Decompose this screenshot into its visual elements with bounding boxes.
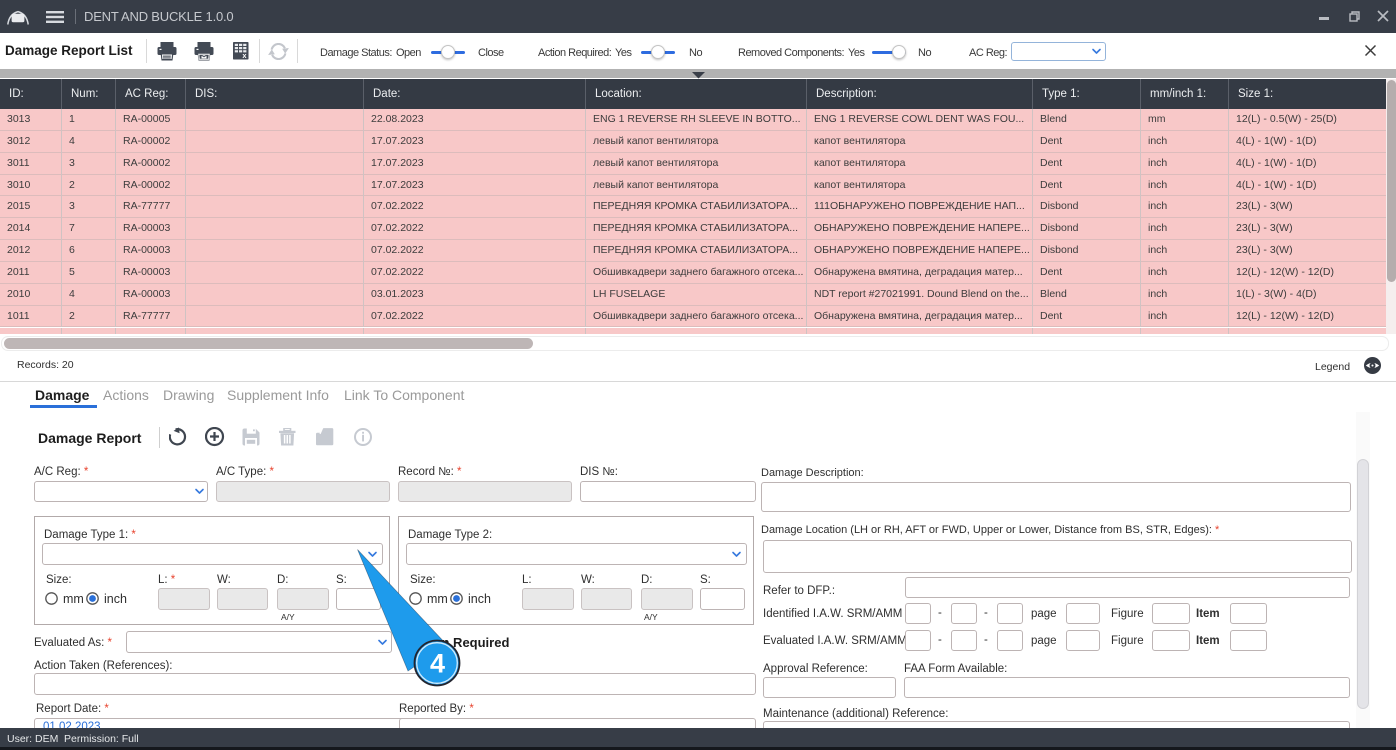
svg-text:4: 4 [430, 649, 445, 679]
